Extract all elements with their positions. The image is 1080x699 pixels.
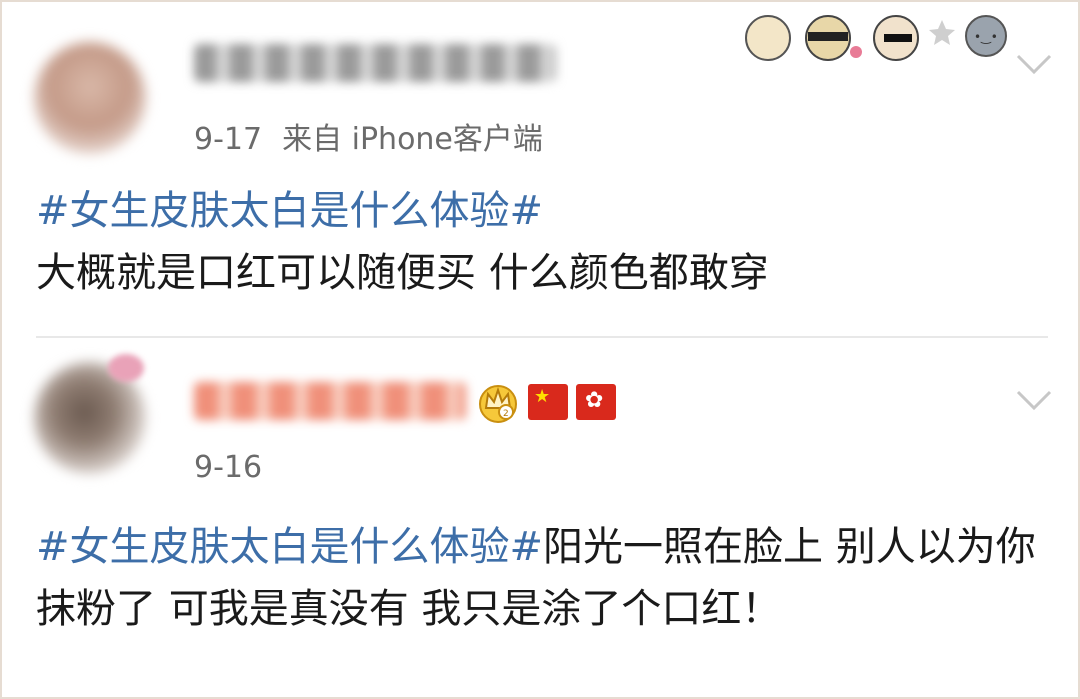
svg-text:•‿•: •‿• [974, 30, 998, 44]
avatar[interactable] [34, 42, 146, 154]
hong-kong-flag-icon: ✿ [576, 384, 616, 420]
username-blurred[interactable] [194, 44, 556, 82]
hashtag-link[interactable]: #女生皮肤太白是什么体验# [36, 188, 543, 234]
crown-icon[interactable]: 2 [476, 380, 520, 424]
divider [36, 336, 1048, 338]
post-source[interactable]: 来自 iPhone客户端 [282, 122, 543, 157]
cartoon-sticker-strip: •‿• [745, 15, 1007, 61]
post-date: 9-17 [194, 122, 263, 157]
username-blurred[interactable] [194, 382, 466, 420]
chevron-down-icon[interactable] [1014, 52, 1054, 76]
china-flag-icon: ★ [528, 384, 568, 420]
post-text: #女生皮肤太白是什么体验# 大概就是口红可以随便买 什么颜色都敢穿 [36, 180, 1046, 304]
post-date: 9-16 [194, 450, 263, 485]
svg-text:2: 2 [503, 409, 509, 419]
screenshot-frame: •‿• 9-17 来自 iPhone客户端 #女生皮肤太白是什么体验# 大概就是口… [0, 0, 1080, 699]
chevron-down-icon[interactable] [1014, 388, 1054, 412]
hashtag-link[interactable]: #女生皮肤太白是什么体验# [36, 524, 543, 570]
post-text: #女生皮肤太白是什么体验#阳光一照在脸上 别人以为你抹粉了 可我是真没有 我只是… [36, 516, 1046, 640]
post-body: 大概就是口红可以随便买 什么颜色都敢穿 [36, 250, 769, 296]
avatar-badge [108, 354, 144, 382]
user-badges: 2 ★ ✿ [476, 380, 616, 424]
post-meta: 9-17 来自 iPhone客户端 [194, 114, 543, 158]
post-meta: 9-16 [194, 450, 262, 485]
